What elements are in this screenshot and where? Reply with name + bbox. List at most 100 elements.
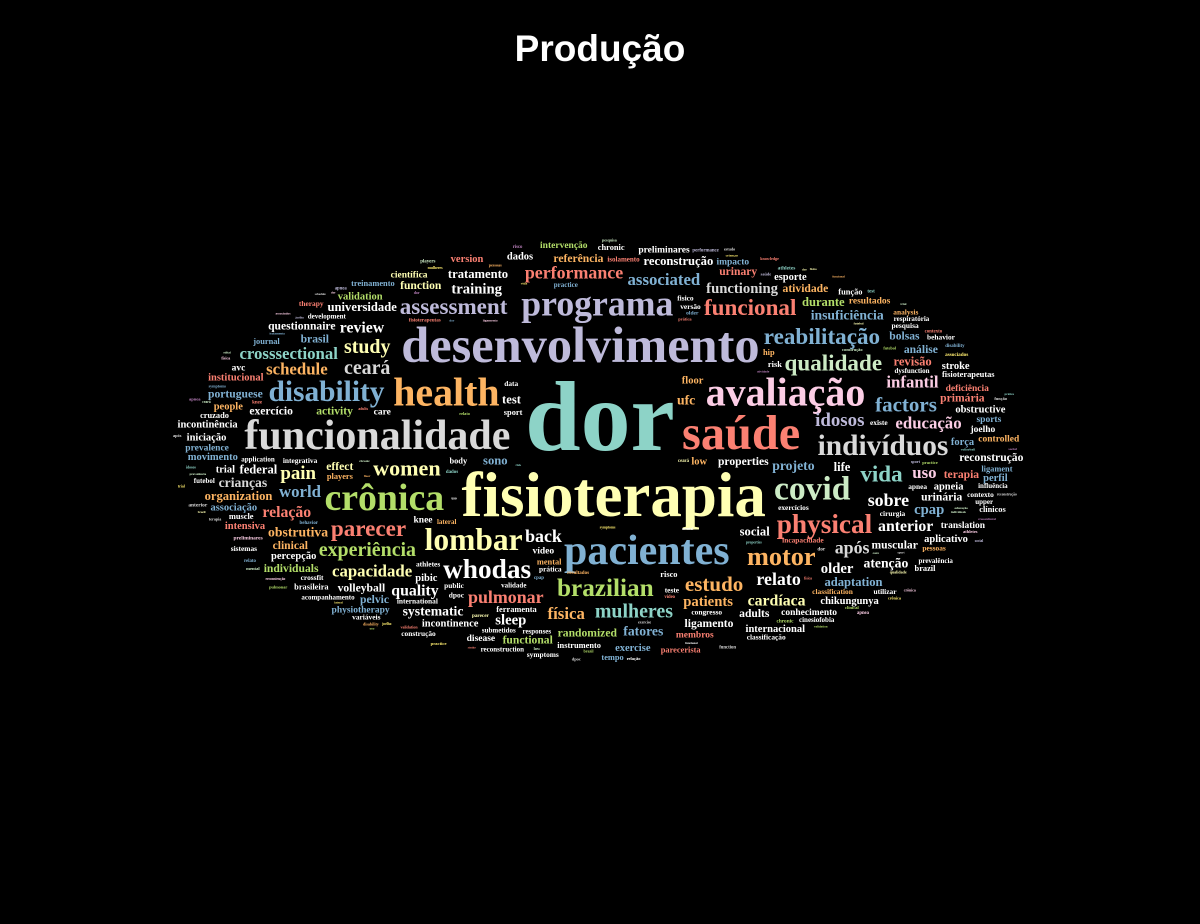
cloud-word: após	[835, 537, 870, 557]
cloud-word-small: low	[534, 646, 541, 651]
cloud-word: brazil	[915, 564, 937, 573]
cloud-word: cinesiofobia	[799, 616, 835, 624]
cloud-word-small: prática	[1004, 392, 1014, 396]
cloud-word-small: trial	[900, 302, 906, 306]
cloud-word: congresso	[691, 608, 722, 617]
cloud-word: isolamento	[607, 256, 640, 264]
cloud-word: idosos	[815, 410, 864, 431]
cloud-word: parecer	[331, 515, 406, 541]
cloud-word-small: fisioterapeutas	[409, 317, 441, 323]
cloud-word: prevalência	[918, 557, 953, 565]
cloud-word-small: após	[173, 433, 182, 438]
cloud-word: educação	[895, 414, 961, 433]
cloud-word-small: ceará	[678, 459, 690, 464]
cloud-word: whodas	[443, 554, 531, 584]
cloud-word: version	[451, 254, 484, 265]
cloud-word: athletes	[416, 559, 440, 568]
cloud-word: health	[393, 369, 499, 414]
cloud-word: lateral	[437, 518, 456, 526]
cloud-word: acompanhamento	[301, 594, 355, 602]
cloud-word-small: validation	[814, 624, 828, 628]
cloud-word: dados	[507, 251, 533, 262]
cloud-word: schedule	[266, 360, 328, 379]
cloud-word: federal	[240, 463, 278, 477]
cloud-word: influência	[978, 482, 1008, 490]
cloud-word-small: joelho	[294, 315, 304, 319]
cloud-word: preliminares	[638, 246, 690, 256]
cloud-word: life	[834, 460, 851, 474]
cloud-word: cruzado	[200, 411, 229, 420]
cloud-word: risco	[660, 570, 677, 579]
cloud-word-small: practice	[431, 641, 447, 646]
cloud-word: deficiência	[946, 384, 990, 394]
cloud-word: impacto	[716, 258, 749, 268]
cloud-word: tratamento	[448, 267, 508, 281]
cloud-word-small: lateral	[334, 601, 342, 605]
cloud-word-small: chronic	[359, 459, 370, 463]
cloud-word: indivíduos	[818, 430, 949, 462]
cloud-word: incontinência	[178, 420, 239, 431]
cloud-word: hip	[763, 348, 775, 357]
cloud-word-small: care	[873, 551, 880, 555]
cloud-word: terapia	[944, 468, 980, 481]
cloud-word-small: física	[804, 577, 812, 581]
cloud-word-small: crosscultural	[978, 517, 996, 521]
cloud-word-small: dpoc	[572, 656, 581, 661]
cloud-word-small: practice	[922, 460, 938, 465]
cloud-word: ligament	[981, 464, 1012, 473]
cloud-word: tempo	[601, 653, 623, 662]
cloud-word: urinária	[921, 491, 962, 504]
cloud-word: crianças	[219, 475, 268, 490]
cloud-word: floor	[682, 376, 704, 387]
cloud-word-small: futebol	[883, 346, 896, 351]
cloud-word-small: mulheres	[428, 266, 443, 270]
cloud-word-small: pesquisa	[602, 237, 617, 242]
cloud-word-small: dor	[802, 267, 807, 271]
cloud-word: back	[525, 526, 562, 546]
cloud-word: saúde	[682, 407, 800, 460]
cloud-word-small: symptoms	[209, 384, 227, 389]
cloud-word: public	[444, 581, 464, 590]
cloud-word: obstrutiva	[268, 525, 328, 540]
cloud-word-small: stroke	[468, 646, 477, 650]
cloud-word-small: relação	[627, 656, 642, 661]
cloud-word: disease	[467, 634, 496, 644]
cloud-word: fisioterapeutas	[942, 370, 995, 379]
cloud-word-small: associados	[275, 311, 291, 315]
cloud-word: development	[308, 312, 347, 320]
cloud-word: intensiva	[225, 521, 266, 532]
cloud-word: dpoc	[449, 591, 465, 600]
cloud-word: relação	[262, 504, 311, 521]
cloud-word-small: crônica	[888, 596, 901, 601]
cloud-word: study	[344, 336, 390, 358]
cloud-word-small: reconstrução	[997, 492, 1017, 496]
cloud-word: clínicos	[979, 505, 1006, 514]
cloud-word: treinamento	[351, 279, 395, 288]
cloud-word: referência	[553, 252, 603, 265]
cloud-word-small: risco	[513, 245, 523, 250]
cloud-word: upper	[975, 498, 993, 506]
cloud-word: infantil	[886, 373, 939, 392]
cloud-word-small: construção	[842, 347, 863, 352]
cloud-word: pessoas	[922, 543, 946, 552]
cloud-word-small: isolamento	[269, 332, 285, 336]
cloud-word: movimento	[188, 452, 238, 463]
cloud-word: programa	[521, 284, 673, 324]
cloud-word: test	[502, 392, 522, 406]
cloud-word: relato	[756, 569, 800, 589]
cloud-word-small: pulmonar	[269, 584, 287, 589]
cloud-word: funcional	[704, 294, 797, 320]
cloud-word-small: preliminares	[234, 536, 263, 542]
cloud-word: exercícios	[778, 503, 809, 512]
cloud-word: mulheres	[595, 600, 673, 622]
cloud-word: function	[400, 279, 442, 292]
cloud-word: reconstrução	[959, 451, 1023, 464]
cloud-word: desenvolvimento	[401, 317, 759, 373]
cloud-word-small: clinical	[845, 605, 859, 610]
cloud-word: bolsas	[889, 329, 920, 342]
cloud-word-small: social	[1008, 447, 1016, 451]
cloud-word: ufc	[677, 392, 695, 407]
cloud-word-small: idosos	[186, 465, 196, 469]
cloud-word: application	[241, 456, 275, 464]
cloud-word-small: joelho	[381, 622, 392, 626]
